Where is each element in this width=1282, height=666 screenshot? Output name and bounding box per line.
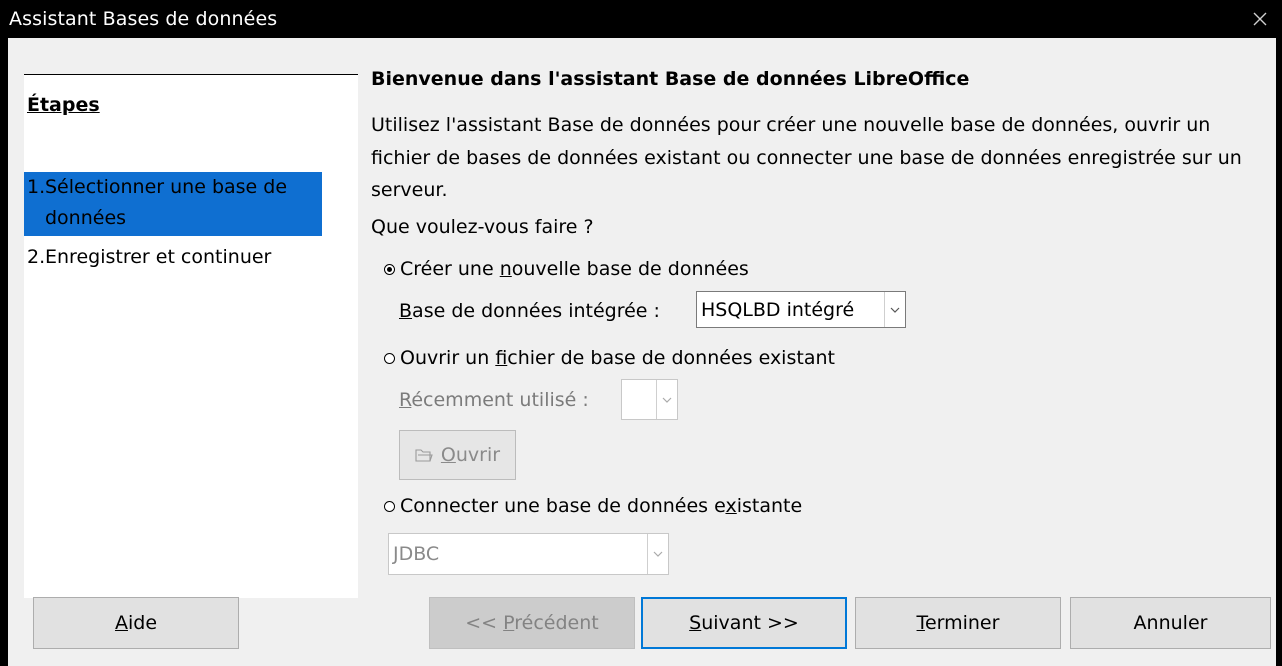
page-heading: Bienvenue dans l'assistant Base de donné… xyxy=(371,68,970,90)
cancel-button-label: Annuler xyxy=(1133,612,1208,634)
help-button-label: Aide xyxy=(114,612,158,634)
embedded-database-label: Base de données intégrée : xyxy=(399,300,660,322)
create-database-option[interactable]: Créer une nouvelle base de données xyxy=(384,258,749,280)
connect-database-radio[interactable] xyxy=(384,500,395,512)
previous-button-label: << Précédent xyxy=(465,612,599,634)
previous-button[interactable]: << Précédent xyxy=(429,597,635,649)
step-label: Enregistrer et continuer xyxy=(45,246,272,268)
window-left-border xyxy=(0,38,8,666)
title-bar: Assistant Bases de données xyxy=(0,0,1282,38)
help-button[interactable]: Aide xyxy=(33,597,239,649)
step-item-save-continue[interactable]: 2. Enregistrer et continuer xyxy=(24,242,354,274)
connect-database-option[interactable]: Connecter une base de données existante xyxy=(384,495,802,517)
step-number: 1. xyxy=(27,176,46,198)
next-button-label: Suivant >> xyxy=(689,612,799,634)
open-folder-icon xyxy=(415,449,433,462)
window-title: Assistant Bases de données xyxy=(9,8,278,30)
open-file-label: Ouvrir un fichier de base de données exi… xyxy=(400,347,835,369)
recently-used-label: Récemment utilisé : xyxy=(399,389,589,411)
embedded-database-value: HSQLBD intégré xyxy=(701,298,855,321)
steps-panel: Étapes 1. Sélectionner une base de donné… xyxy=(24,74,358,598)
open-file-radio[interactable] xyxy=(384,352,395,364)
next-button[interactable]: Suivant >> xyxy=(641,597,847,649)
steps-title: Étapes xyxy=(27,94,100,116)
close-button[interactable] xyxy=(1238,0,1282,38)
open-button-label: Ouvrir xyxy=(440,444,501,466)
step-item-select-database[interactable]: 1. Sélectionner une base de données xyxy=(24,172,322,236)
recently-used-select[interactable] xyxy=(621,379,678,420)
open-file-option[interactable]: Ouvrir un fichier de base de données exi… xyxy=(384,347,835,369)
cancel-button[interactable]: Annuler xyxy=(1070,597,1271,649)
open-button[interactable]: Ouvrir xyxy=(399,430,516,480)
dropdown-button[interactable] xyxy=(656,380,677,419)
step-number: 2. xyxy=(27,246,46,268)
create-database-label: Créer une nouvelle base de données xyxy=(400,258,749,280)
intro-text: Utilisez l'assistant Base de données pou… xyxy=(371,114,1242,201)
window-right-border xyxy=(1276,38,1282,666)
close-icon xyxy=(1253,12,1267,26)
connect-database-label: Connecter une base de données existante xyxy=(400,495,803,517)
chevron-down-icon xyxy=(662,397,672,403)
finish-button[interactable]: Terminer xyxy=(855,597,1061,649)
connection-type-value: JDBC xyxy=(393,543,440,565)
embedded-database-select[interactable]: HSQLBD intégré xyxy=(696,291,906,328)
dropdown-button[interactable] xyxy=(884,292,905,327)
chevron-down-icon xyxy=(890,307,900,313)
steps-divider xyxy=(24,74,358,75)
dropdown-button[interactable] xyxy=(647,534,668,574)
finish-button-label: Terminer xyxy=(916,612,1000,634)
step-label: Sélectionner une base de données xyxy=(45,176,288,229)
connection-type-select[interactable]: JDBC xyxy=(388,533,669,575)
chevron-down-icon xyxy=(653,551,663,557)
create-database-radio[interactable] xyxy=(384,263,395,275)
question-label: Que voulez-vous faire ? xyxy=(371,216,594,238)
